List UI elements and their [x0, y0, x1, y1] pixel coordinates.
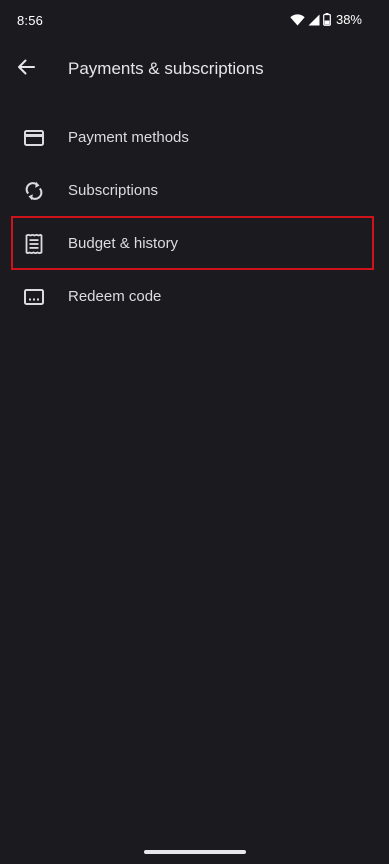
back-button[interactable]: [13, 56, 39, 82]
credit-card-icon: [23, 127, 45, 149]
payment-methods-item[interactable]: Payment methods: [0, 111, 389, 164]
redeem-code-label: Redeem code: [68, 288, 162, 305]
subscriptions-item[interactable]: Subscriptions: [0, 164, 389, 217]
status-icons: 38%: [290, 12, 362, 27]
budget-history-label: Budget & history: [68, 235, 179, 252]
sync-icon: [23, 180, 45, 202]
subscriptions-label: Subscriptions: [68, 182, 159, 199]
arrow-back-icon: [17, 59, 35, 80]
status-time: 8:56: [17, 13, 44, 28]
wifi-icon: [290, 13, 305, 26]
budget-history-item[interactable]: Budget & history: [0, 217, 389, 270]
battery-icon: [323, 13, 331, 26]
redeem-code-item[interactable]: Redeem code: [0, 270, 389, 323]
home-indicator[interactable]: [144, 850, 246, 854]
payment-methods-label: Payment methods: [68, 129, 189, 146]
app-bar: Payments & subscriptions: [0, 44, 389, 94]
redeem-code-icon: [23, 286, 45, 308]
battery-percentage: 38%: [335, 12, 362, 27]
page-title: Payments & subscriptions: [68, 59, 264, 78]
receipt-icon: [23, 233, 45, 255]
screen: 8:56 38% Payments & subscriptions Paymen…: [0, 0, 389, 864]
menu-list: Payment methods Subscriptions Budget & h…: [0, 111, 389, 323]
status-bar: 8:56 38%: [0, 0, 389, 40]
cell-signal-icon: [308, 14, 320, 26]
